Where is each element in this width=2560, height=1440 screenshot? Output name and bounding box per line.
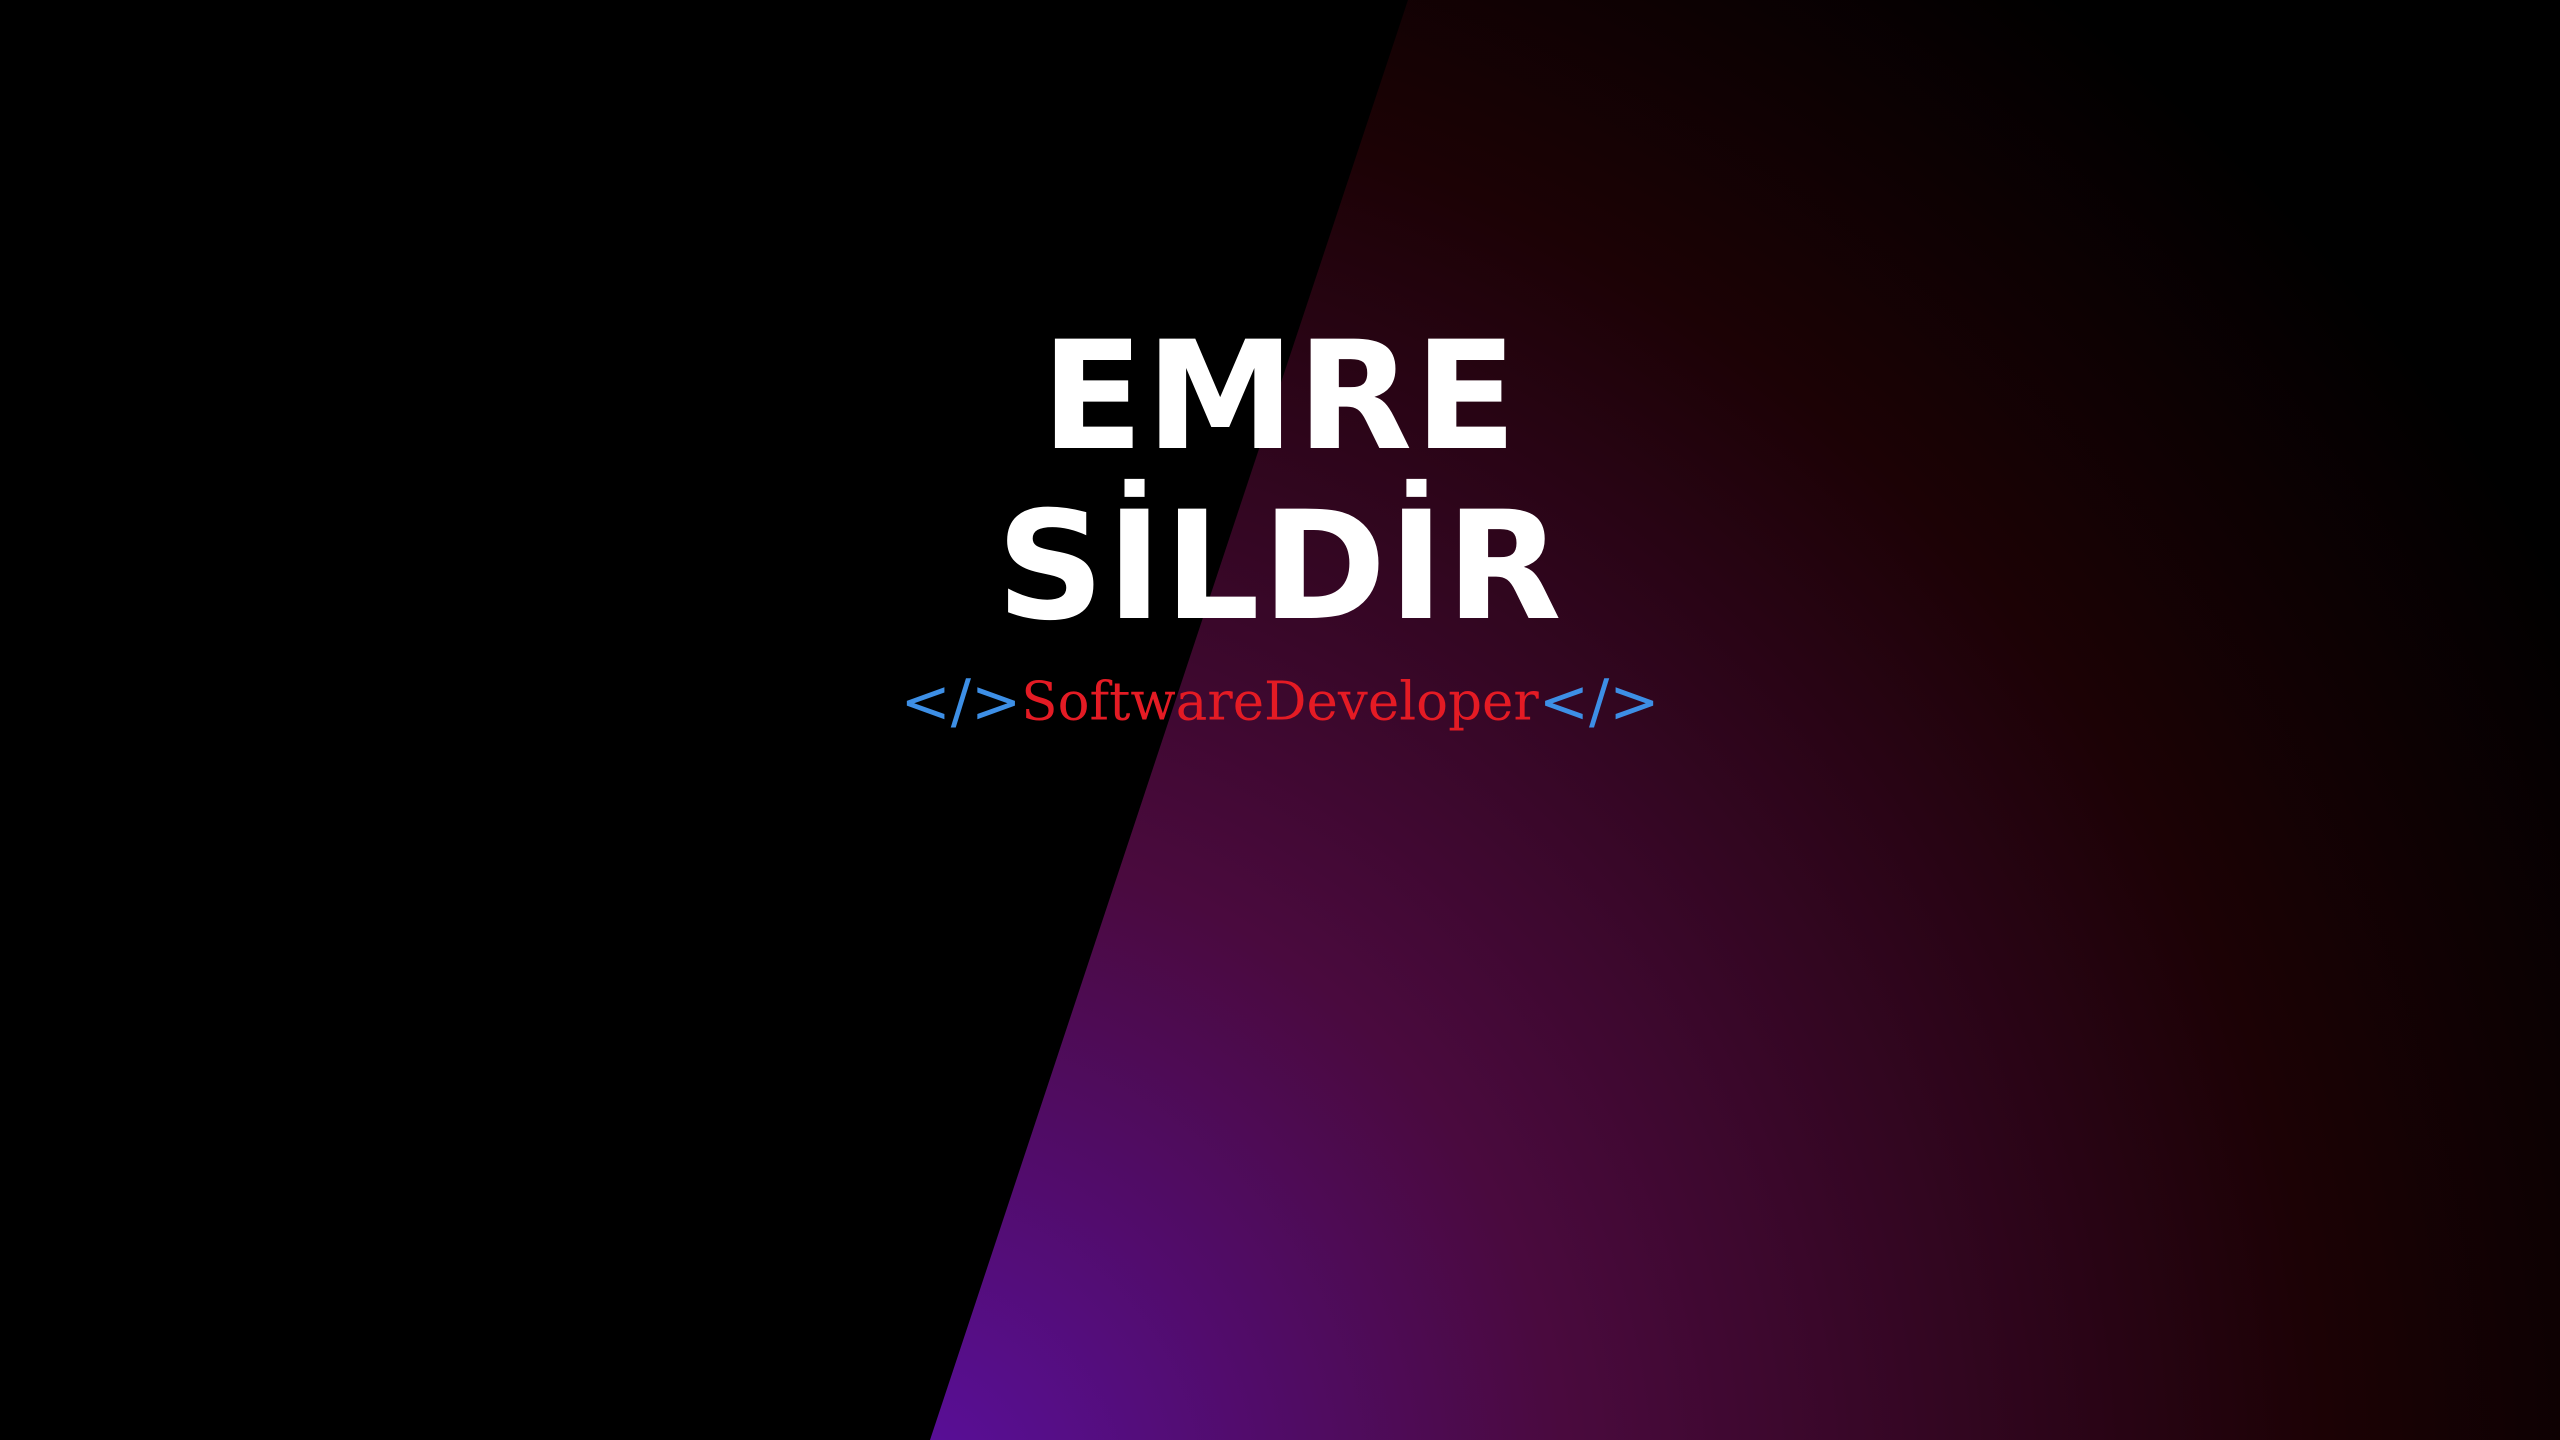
role-text: SoftwareDeveloper: [1021, 671, 1539, 733]
tagline: </>SoftwareDeveloper</>: [0, 672, 2560, 732]
hero-content: EMRE SİLDİR </>SoftwareDeveloper</>: [0, 0, 2560, 1440]
name-last-line: SİLDİR: [996, 480, 1564, 654]
code-tag-open-icon: </>: [900, 667, 1022, 737]
hero-banner: EMRE SİLDİR </>SoftwareDeveloper</>: [0, 0, 2560, 1440]
name-first-line: EMRE: [1041, 310, 1519, 484]
code-tag-close-icon: </>: [1538, 667, 1660, 737]
